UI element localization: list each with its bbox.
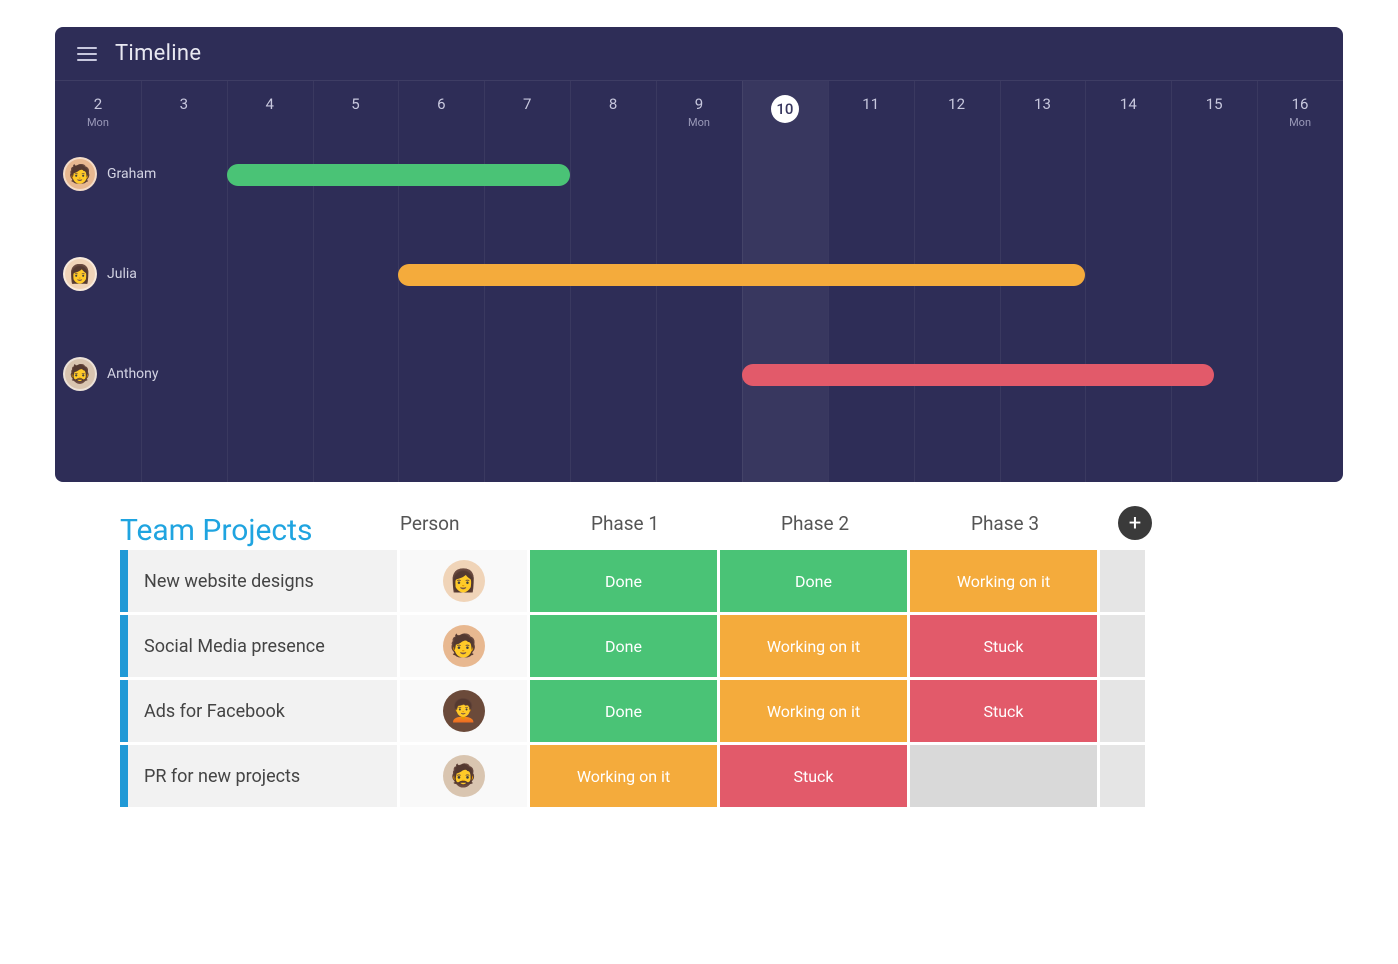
row-tail <box>1100 745 1145 807</box>
row-tail <box>1100 550 1145 612</box>
person-name: Julia <box>107 266 137 282</box>
date-number: 14 <box>1120 95 1137 113</box>
date-day-label: Mon <box>1257 116 1343 129</box>
date-number: 12 <box>948 95 965 113</box>
avatar: 🧔 <box>443 755 485 797</box>
phase-status-cell[interactable]: Stuck <box>910 615 1100 677</box>
date-cell[interactable]: 5 <box>313 95 399 129</box>
date-number: 6 <box>437 95 445 113</box>
timeline-row: 🧔 Anthony <box>55 347 1343 447</box>
date-number: 7 <box>523 95 531 113</box>
project-name-cell[interactable]: Ads for Facebook <box>128 680 400 742</box>
person-cell[interactable]: 🧑‍🦱 <box>400 680 530 742</box>
avatar: 🧑 <box>443 625 485 667</box>
avatar: 🧔 <box>63 357 97 391</box>
date-cell[interactable]: 4 <box>227 95 313 129</box>
table-row: New website designs👩DoneDoneWorking on i… <box>120 550 1278 612</box>
date-cell[interactable]: 11 <box>828 95 914 129</box>
date-number: 16 <box>1292 95 1309 113</box>
date-cell[interactable]: 9 Mon <box>656 95 742 129</box>
table-title: Team Projects <box>120 513 400 548</box>
phase-status-cell[interactable]: Working on it <box>910 550 1100 612</box>
person-name: Anthony <box>107 366 159 382</box>
phase-status-cell[interactable]: Done <box>530 550 720 612</box>
date-number: 2 <box>94 95 102 113</box>
project-name-cell[interactable]: New website designs <box>128 550 400 612</box>
date-number: 3 <box>180 95 188 113</box>
person-name: Graham <box>107 166 156 182</box>
date-today: 10 <box>771 95 799 123</box>
team-projects-section: Team Projects PersonPhase 1Phase 2Phase … <box>120 500 1278 807</box>
phase-status-cell[interactable]: Working on it <box>530 745 720 807</box>
date-cell[interactable]: 10 <box>742 95 828 129</box>
date-cell[interactable]: 2 Mon <box>55 95 141 129</box>
column-header[interactable]: Phase 1 <box>530 512 720 535</box>
project-name-cell[interactable]: Social Media presence <box>128 615 400 677</box>
avatar: 👩 <box>443 560 485 602</box>
person-cell[interactable]: 🧔 <box>400 745 530 807</box>
person-cell[interactable]: 🧑 <box>400 615 530 677</box>
phase-status-cell[interactable] <box>910 745 1100 807</box>
date-cell[interactable]: 14 <box>1085 95 1171 129</box>
date-cell[interactable]: 15 <box>1171 95 1257 129</box>
date-day-label: Mon <box>55 116 141 129</box>
timeline-bar[interactable] <box>742 364 1214 386</box>
timeline-person[interactable]: 🧑 Graham <box>63 157 156 191</box>
row-accent-bar <box>120 550 128 612</box>
row-tail <box>1100 615 1145 677</box>
timeline-person[interactable]: 👩 Julia <box>63 257 137 291</box>
table-header: PersonPhase 1Phase 2Phase 3 + <box>400 500 1278 550</box>
project-name-cell[interactable]: PR for new projects <box>128 745 400 807</box>
date-cell[interactable]: 12 <box>914 95 1000 129</box>
column-header[interactable]: Person <box>400 512 530 535</box>
date-cell[interactable]: 3 <box>141 95 227 129</box>
add-column-button[interactable]: + <box>1118 506 1152 540</box>
avatar: 🧑‍🦱 <box>443 690 485 732</box>
date-cell[interactable]: 8 <box>570 95 656 129</box>
phase-status-cell[interactable]: Stuck <box>910 680 1100 742</box>
date-number: 5 <box>351 95 359 113</box>
table-row: PR for new projects 🧔 Working on itStuck <box>120 745 1278 807</box>
plus-icon: + <box>1129 511 1141 536</box>
phase-status-cell[interactable]: Done <box>530 615 720 677</box>
person-cell[interactable]: 👩 <box>400 550 530 612</box>
date-number: 4 <box>265 95 273 113</box>
timeline-bar[interactable] <box>398 264 1085 286</box>
row-accent-bar <box>120 680 128 742</box>
phase-status-cell[interactable]: Stuck <box>720 745 910 807</box>
date-cell[interactable]: 7 <box>484 95 570 129</box>
timeline-date-axis: 2 Mon 3 4 5 6 7 8 9 Mon 10 11 12 13 14 15 16 Mon <box>55 81 1343 147</box>
phase-status-cell[interactable]: Working on it <box>720 615 910 677</box>
timeline-row: 🧑 Graham <box>55 147 1343 247</box>
date-number: 13 <box>1034 95 1051 113</box>
timeline-card: Timeline 2 Mon 3 4 5 6 7 8 9 Mon 10 11 12 13 14 15 16 Mon… <box>55 27 1343 482</box>
date-cell[interactable]: 13 <box>1000 95 1086 129</box>
table-row: Ads for Facebook 🧑‍🦱 DoneWorking on itStuc… <box>120 680 1278 742</box>
timeline-row: 👩 Julia <box>55 247 1343 347</box>
date-number: 8 <box>609 95 617 113</box>
timeline-title: Timeline <box>115 41 201 66</box>
row-accent-bar <box>120 745 128 807</box>
menu-icon[interactable] <box>77 47 97 61</box>
phase-status-cell[interactable]: Working on it <box>720 680 910 742</box>
timeline-body: 2 Mon 3 4 5 6 7 8 9 Mon 10 11 12 13 14 15 16 Mon 🧑 Graham 👩… <box>55 81 1343 482</box>
timeline-bar[interactable] <box>227 164 570 186</box>
date-number: 15 <box>1206 95 1223 113</box>
date-cell[interactable]: 6 <box>398 95 484 129</box>
column-header[interactable]: Phase 3 <box>910 512 1100 535</box>
phase-status-cell[interactable]: Done <box>530 680 720 742</box>
row-accent-bar <box>120 615 128 677</box>
date-day-label: Mon <box>656 116 742 129</box>
date-number: 11 <box>862 95 879 113</box>
row-tail <box>1100 680 1145 742</box>
avatar: 🧑 <box>63 157 97 191</box>
date-number: 9 <box>695 95 703 113</box>
timeline-header: Timeline <box>55 27 1343 81</box>
column-header[interactable]: Phase 2 <box>720 512 910 535</box>
timeline-person[interactable]: 🧔 Anthony <box>63 357 159 391</box>
date-cell[interactable]: 16 Mon <box>1257 95 1343 129</box>
avatar: 👩 <box>63 257 97 291</box>
phase-status-cell[interactable]: Done <box>720 550 910 612</box>
table-row: Social Media presence 🧑 DoneWorking on itS… <box>120 615 1278 677</box>
